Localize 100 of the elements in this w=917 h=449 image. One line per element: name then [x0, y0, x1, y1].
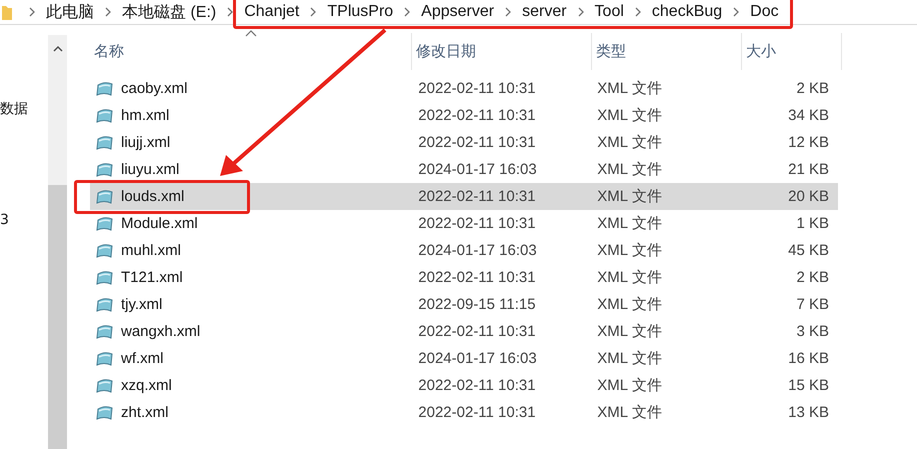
xml-file-icon — [96, 350, 114, 366]
scroll-thumb[interactable] — [48, 185, 67, 449]
file-name: wf.xml — [121, 350, 164, 367]
file-name: xzq.xml — [121, 377, 172, 394]
file-name: louds.xml — [121, 188, 184, 205]
xml-file-icon — [96, 270, 114, 286]
file-row[interactable]: muhl.xml 2024-01-17 16:03 XML 文件 45 KB — [90, 237, 838, 264]
chevron-icon — [634, 6, 642, 18]
file-size: 3 KB — [796, 323, 829, 340]
xml-file-icon — [96, 134, 114, 150]
file-type: XML 文件 — [596, 268, 662, 287]
file-size: 12 KB — [788, 134, 829, 151]
breadcrumb-item[interactable]: Tool — [594, 3, 624, 21]
file-type: XML 文件 — [596, 79, 662, 98]
xml-file-icon — [96, 296, 114, 312]
file-row[interactable]: wangxh.xml 2022-02-11 10:31 XML 文件 3 KB — [90, 318, 838, 345]
xml-file-icon — [96, 108, 114, 124]
file-row[interactable]: hm.xml 2022-02-11 10:31 XML 文件 34 KB — [90, 102, 838, 129]
file-size: 7 KB — [796, 296, 829, 313]
file-row[interactable]: liuyu.xml 2024-01-17 16:03 XML 文件 21 KB — [90, 156, 838, 183]
file-row[interactable]: Module.xml 2022-02-11 10:31 XML 文件 1 KB — [90, 210, 838, 237]
chevron-icon — [732, 6, 740, 18]
file-name: caoby.xml — [121, 80, 188, 97]
chevron-icon — [104, 6, 112, 18]
file-size: 1 KB — [796, 215, 829, 232]
chevron-icon — [403, 6, 412, 18]
breadcrumb-item[interactable]: server — [522, 3, 567, 21]
breadcrumb-item[interactable]: Doc — [750, 3, 779, 21]
file-type: XML 文件 — [596, 376, 662, 395]
file-name: hm.xml — [121, 107, 170, 124]
file-type: XML 文件 — [596, 133, 662, 152]
file-row[interactable]: xzq.xml 2022-02-11 10:31 XML 文件 15 KB — [90, 372, 838, 399]
breadcrumb-item[interactable]: 本地磁盘 (E:) — [122, 2, 216, 22]
chevron-icon — [576, 6, 585, 18]
file-name: wangxh.xml — [121, 323, 200, 340]
nav-item[interactable]: 3 — [0, 212, 9, 228]
file-row[interactable]: louds.xml 2022-02-11 10:31 XML 文件 20 KB — [90, 183, 838, 210]
file-size: 20 KB — [788, 188, 829, 205]
file-row[interactable]: T121.xml 2022-02-11 10:31 XML 文件 2 KB — [90, 264, 838, 291]
sort-caret-icon — [244, 30, 256, 37]
xml-file-icon — [96, 188, 114, 204]
modified-date: 2024-01-17 16:03 — [417, 350, 537, 367]
xml-file-icon — [96, 404, 114, 420]
file-row[interactable]: zht.xml 2022-02-11 10:31 XML 文件 13 KB — [90, 399, 838, 426]
modified-date: 2022-02-11 10:31 — [417, 323, 536, 340]
file-type: XML 文件 — [596, 403, 662, 422]
modified-date: 2022-02-11 10:31 — [417, 80, 536, 97]
xml-file-icon — [96, 162, 114, 178]
modified-date: 2022-02-11 10:31 — [417, 107, 536, 124]
breadcrumb-item[interactable]: checkBug — [652, 3, 722, 21]
scrollbar[interactable] — [48, 35, 67, 449]
modified-date: 2024-01-17 16:03 — [417, 161, 537, 178]
file-name: liujj.xml — [121, 134, 170, 151]
breadcrumb-item[interactable]: TPlusPro — [327, 3, 394, 21]
breadcrumb-item[interactable]: Chanjet — [244, 3, 300, 21]
file-type: XML 文件 — [596, 187, 662, 206]
chevron-icon — [28, 6, 36, 18]
file-type: XML 文件 — [596, 214, 662, 233]
chevron-icon — [226, 6, 234, 18]
breadcrumb-item[interactable]: 此电脑 — [46, 2, 94, 22]
column-header[interactable]: 类型 — [592, 33, 742, 70]
modified-date: 2022-02-11 10:31 — [417, 188, 536, 205]
column-header[interactable]: 大小 — [742, 33, 842, 70]
chevron-icon — [309, 6, 318, 18]
file-size: 16 KB — [788, 350, 829, 367]
address-bar[interactable]: 此电脑 本地磁盘 (E:) Chanjet TPlusPro Appserver server Tool checkBug Doc — [0, 0, 917, 25]
file-row[interactable]: caoby.xml 2022-02-11 10:31 XML 文件 2 KB — [90, 75, 838, 102]
folder-icon — [2, 4, 12, 20]
modified-date: 2024-01-17 16:03 — [417, 242, 537, 259]
file-type: XML 文件 — [596, 322, 662, 341]
breadcrumb-item[interactable]: Appserver — [421, 3, 494, 21]
file-size: 21 KB — [788, 161, 829, 178]
file-size: 45 KB — [788, 242, 829, 259]
file-size: 15 KB — [788, 377, 829, 394]
file-row[interactable]: tjy.xml 2022-09-15 11:15 XML 文件 7 KB — [90, 291, 838, 318]
file-name: T121.xml — [121, 269, 183, 286]
modified-date: 2022-02-11 10:31 — [417, 134, 536, 151]
column-header[interactable]: 名称 — [90, 33, 412, 70]
file-type: XML 文件 — [596, 241, 662, 260]
file-name: tjy.xml — [121, 296, 162, 313]
file-type: XML 文件 — [596, 349, 662, 368]
file-size: 2 KB — [796, 269, 829, 286]
file-type: XML 文件 — [596, 295, 662, 314]
file-name: liuyu.xml — [121, 161, 180, 178]
chevron-icon — [504, 6, 512, 18]
file-name: Module.xml — [121, 215, 198, 232]
column-header[interactable]: 修改日期 — [412, 33, 592, 70]
modified-date: 2022-09-15 11:15 — [417, 296, 536, 313]
file-type: XML 文件 — [596, 106, 662, 125]
modified-date: 2022-02-11 10:31 — [417, 215, 536, 232]
file-row[interactable]: liujj.xml 2022-02-11 10:31 XML 文件 12 KB — [90, 129, 838, 156]
xml-file-icon — [96, 324, 114, 340]
nav-item[interactable]: 数据 — [0, 100, 28, 118]
file-size: 34 KB — [788, 107, 829, 124]
file-name: muhl.xml — [121, 242, 182, 259]
xml-file-icon — [96, 242, 114, 258]
file-type: XML 文件 — [596, 160, 662, 179]
file-row[interactable]: wf.xml 2024-01-17 16:03 XML 文件 16 KB — [90, 345, 838, 372]
modified-date: 2022-02-11 10:31 — [417, 404, 536, 421]
modified-date: 2022-02-11 10:31 — [417, 269, 536, 286]
